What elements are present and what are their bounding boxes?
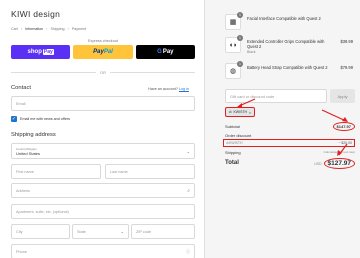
apply-button[interactable]: Apply [330,89,355,103]
zip-field[interactable]: ZIP code [131,224,195,239]
or-divider: OR [11,70,195,75]
cart-item: ◍ 1 Battery Head Strap Compatible with Qu… [225,61,353,79]
breadcrumb-information: Information [25,26,44,31]
breadcrumb-payment: Payment [71,26,86,31]
annotation-arrow-icon [337,143,348,156]
paypal-text-a: Pay [93,49,104,55]
apartment-field[interactable]: Apartment, suite, etc. (optional) [11,204,195,219]
chevron-right-icon: › [67,26,69,31]
tag-icon: ⊘ [228,110,232,114]
country-value: United States [16,150,41,156]
product-thumbnail: ▦ 1 [225,12,243,30]
quantity-badge: 1 [237,35,243,41]
product-price: $39.99 [340,39,353,44]
cart-item: ◖◗ 1 Extended Controller Grips Compatible… [225,35,353,55]
google-pay-text: Pay [162,49,174,55]
newsletter-label: Email me with news and offers [20,117,70,121]
login-link[interactable]: Log in [179,87,189,91]
google-pay-button[interactable]: G Pay [135,45,195,59]
product-price: $79.99 [340,65,353,70]
phone-placeholder: Phone [16,249,27,254]
newsletter-option[interactable]: ✓ Email me with news and offers [11,116,70,122]
product-name: Battery Head Strap Compatible with Quest… [247,65,328,70]
currency-label: USD [314,161,322,166]
express-checkout-buttons: shop Pay Pay Pal G Pay [11,45,195,59]
last-name-field[interactable]: Last name [105,164,195,179]
breadcrumb-shipping: Shipping [50,26,65,31]
subtotal-row: Subtotal $147.97 [225,122,355,131]
product-name-text: Extended Controller Grips Compatible wit… [247,39,325,50]
address-placeholder: Address [16,188,30,193]
cart-item: ▦ 1 Facial Interface Compatible with Ques… [225,12,353,30]
total-label: Total [225,160,239,166]
phone-field[interactable]: Phone ⓘ [11,244,195,258]
subtotal-label: Subtotal [225,124,240,129]
product-name: Extended Controller Grips Compatible wit… [247,39,331,55]
store-name[interactable]: KIWI design [11,9,60,19]
shop-pay-text: shop [27,49,42,55]
chevron-down-icon: ⌄ [120,229,124,234]
discount-code-name: KWISTH [228,141,243,145]
order-discount-row: Order discount [225,133,355,138]
shop-pay-button[interactable]: shop Pay [11,45,71,59]
help-icon[interactable]: ⓘ [186,249,190,255]
shop-pay-box: Pay [42,49,54,55]
breadcrumb: Cart › Information › Shipping › Payment [11,26,86,31]
express-checkout-label: Express checkout [88,39,118,43]
total-value-group: USD $127.97 [314,158,355,169]
checkout-form-panel: KIWI design Cart › Information › Shippin… [0,0,205,258]
state-placeholder: State [77,229,86,234]
applied-discount-tag: ⊘ KWISTH × [225,107,255,117]
annotation-arrow-icon [321,109,348,122]
have-account-label: Have an account? [148,87,178,91]
product-thumbnail: ◍ 1 [225,61,243,79]
search-icon: ⌕ [187,188,190,194]
applied-code: KWISTH [233,110,248,114]
total-row: Total USD $127.97 [225,158,355,169]
quantity-badge: 1 [237,61,243,67]
product-thumbnail: ◖◗ 1 [225,35,243,53]
shipping-address-title: Shipping address [11,132,56,138]
google-g-icon: G [157,49,162,55]
contact-title: Contact [11,85,31,91]
paypal-button[interactable]: Pay Pal [73,45,133,59]
chevron-right-icon: › [46,26,48,31]
checkbox-checked-icon[interactable]: ✓ [11,116,17,122]
paypal-text-b: Pal [103,49,113,55]
email-field[interactable]: Email [11,96,195,111]
divider-line [110,72,195,73]
chevron-down-icon: ⌄ [186,149,190,154]
remove-discount-icon[interactable]: × [249,110,251,115]
have-account-text: Have an account? Log in [148,87,189,91]
annotation-arrow-icon [237,98,256,107]
country-select[interactable]: Country/Region United States ⌄ [11,143,195,159]
shipping-label: Shipping [225,150,241,155]
state-select[interactable]: State ⌄ [72,224,129,239]
or-label: OR [100,70,106,75]
breadcrumb-cart[interactable]: Cart [11,27,18,31]
first-name-field[interactable]: First name [11,164,101,179]
divider-line [11,72,96,73]
chevron-right-icon: › [20,26,23,31]
product-variant: Black [247,50,256,55]
total-value: $127.97 [323,158,355,169]
address-field[interactable]: Address ⌕ [11,183,195,198]
city-field[interactable]: City [11,224,70,239]
product-name: Facial Interface Compatible with Quest 2 [247,16,321,21]
order-discount-label: Order discount [225,133,252,138]
quantity-badge: 1 [237,12,243,18]
